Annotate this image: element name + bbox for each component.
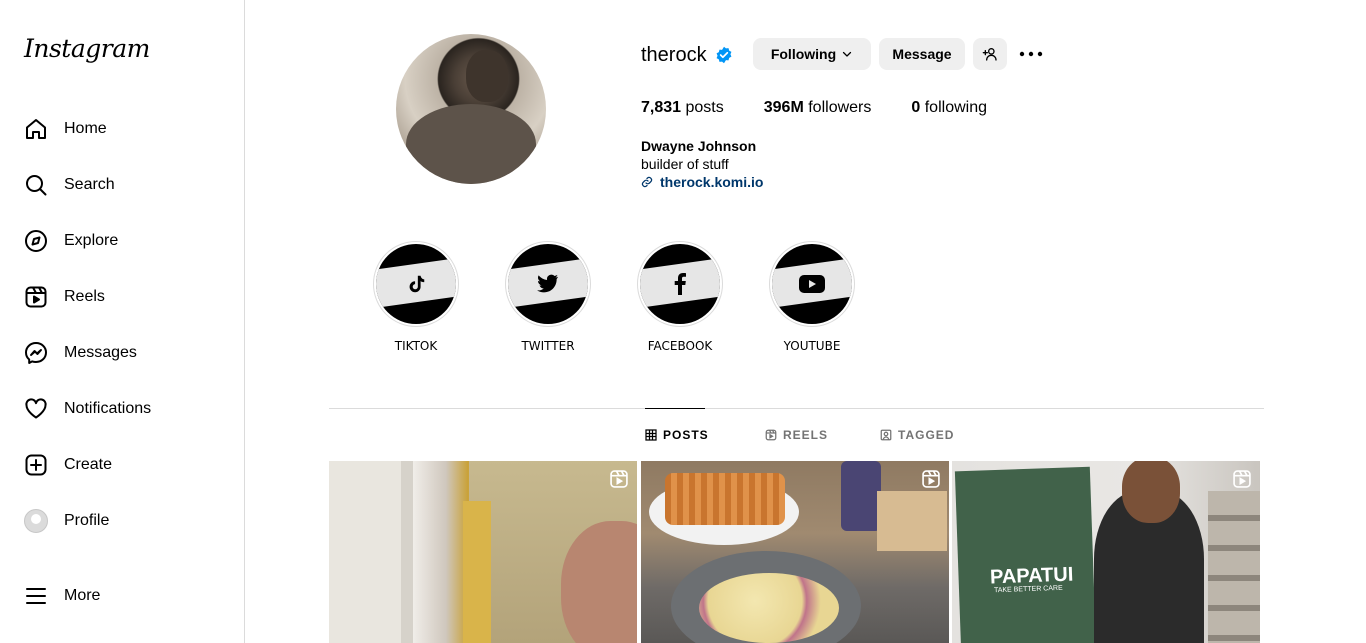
hamburger-menu-icon — [24, 584, 48, 608]
profile-full-name: Dwayne Johnson — [641, 138, 757, 154]
chevron-down-icon — [841, 48, 853, 60]
highlight-facebook[interactable]: FACEBOOK — [636, 241, 724, 353]
sidebar-item-label: Home — [64, 120, 107, 137]
facebook-icon — [640, 244, 720, 324]
tab-reels[interactable]: REELS — [765, 409, 828, 461]
sidebar-item-label: Profile — [64, 512, 110, 529]
avatar — [24, 509, 48, 533]
sidebar-item-label: Reels — [64, 288, 105, 305]
following-count[interactable]: 0 following — [911, 99, 987, 117]
link-icon — [641, 176, 653, 188]
sidebar-item-home[interactable]: Home — [12, 105, 232, 153]
highlight-label: TIKTOK — [394, 339, 438, 353]
twitter-icon — [508, 244, 588, 324]
sidebar: Instagram Home Search Explore Reels Mess… — [0, 0, 245, 643]
posts-count: 7,831 posts — [641, 99, 724, 116]
tiktok-icon — [376, 244, 456, 324]
sidebar-item-label: Explore — [64, 232, 119, 249]
sidebar-item-create[interactable]: Create — [12, 441, 232, 489]
highlight-tiktok[interactable]: TIKTOK — [372, 241, 460, 353]
sidebar-item-messages[interactable]: Messages — [12, 329, 232, 377]
grid-icon — [645, 428, 657, 441]
tab-label: REELS — [783, 428, 829, 442]
profile-username: therock — [641, 44, 707, 66]
compass-icon — [24, 229, 48, 253]
post-tile[interactable] — [329, 461, 637, 643]
following-button-label: Following — [770, 46, 837, 62]
profile-link-text: therock.komi.io — [660, 174, 764, 190]
instagram-logo[interactable]: Instagram — [24, 34, 150, 63]
reel-indicator-icon — [921, 469, 941, 494]
sidebar-item-label: Notifications — [64, 400, 152, 417]
highlight-label: FACEBOOK — [647, 339, 713, 353]
sidebar-item-reels[interactable]: Reels — [12, 273, 232, 321]
tab-posts[interactable]: POSTS — [645, 408, 708, 460]
highlight-twitter[interactable]: TWITTER — [504, 241, 592, 353]
more-options-icon[interactable] — [1018, 42, 1044, 66]
heart-icon — [24, 397, 48, 421]
sidebar-item-profile[interactable]: Profile — [12, 497, 232, 545]
reels-icon — [765, 429, 777, 441]
youtube-icon — [772, 244, 852, 324]
sidebar-item-label: Messages — [64, 344, 137, 361]
home-icon — [24, 117, 48, 141]
profile-bio: builder of stuff — [641, 156, 729, 172]
highlight-label: TWITTER — [521, 339, 575, 353]
suggested-users-button[interactable] — [973, 38, 1007, 70]
sidebar-item-label: Search — [64, 176, 115, 193]
reel-indicator-icon — [1232, 469, 1252, 494]
highlight-youtube[interactable]: YOUTUBE — [768, 241, 856, 353]
sidebar-item-search[interactable]: Search — [12, 161, 232, 209]
tagged-icon — [880, 429, 892, 441]
profile-stats: 7,831 posts 396M followers 0 following — [641, 99, 1027, 117]
profile-link[interactable]: therock.komi.io — [641, 174, 763, 190]
sidebar-item-explore[interactable]: Explore — [12, 217, 232, 265]
sidebar-item-label: More — [64, 587, 101, 604]
verified-badge-icon — [715, 46, 733, 64]
add-person-icon — [982, 46, 998, 62]
highlight-label: YOUTUBE — [783, 339, 841, 353]
search-icon — [24, 173, 48, 197]
reel-indicator-icon — [609, 469, 629, 494]
following-button[interactable]: Following — [753, 38, 871, 70]
post-tile[interactable]: PAPATUI TAKE BETTER CARE — [952, 461, 1260, 643]
sidebar-item-notifications[interactable]: Notifications — [12, 385, 232, 433]
tab-label: POSTS — [663, 427, 709, 442]
followers-count[interactable]: 396M followers — [764, 99, 872, 117]
profile-avatar[interactable] — [396, 34, 546, 184]
tab-label: TAGGED — [898, 428, 955, 442]
profile-main: therock Following Message 7,831 posts 39… — [245, 0, 1366, 643]
tab-tagged[interactable]: TAGGED — [880, 409, 954, 461]
plus-square-icon — [24, 453, 48, 477]
sidebar-item-more[interactable]: More — [12, 572, 232, 620]
messenger-icon — [24, 341, 48, 365]
post-tile[interactable] — [641, 461, 949, 643]
message-button[interactable]: Message — [879, 38, 965, 70]
reels-icon — [24, 285, 48, 309]
sidebar-item-label: Create — [64, 456, 113, 473]
